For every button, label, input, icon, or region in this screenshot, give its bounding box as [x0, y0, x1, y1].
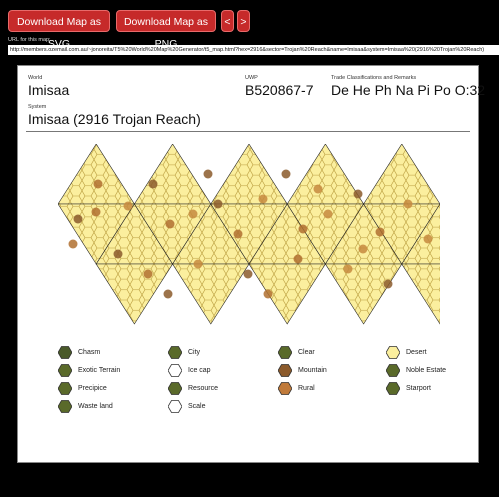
- map-face-top: [286, 144, 365, 205]
- terrain-hex: [123, 201, 133, 211]
- world-label: World: [28, 75, 43, 81]
- exotic-terrain-icon: [57, 364, 73, 382]
- world-map: [58, 144, 440, 325]
- terrain-hex: [313, 184, 323, 194]
- header-divider: [26, 131, 470, 132]
- waste-land-icon: [57, 400, 73, 418]
- map-face-top: [210, 144, 288, 205]
- precipice-icon: [57, 382, 73, 400]
- map-panel: World Imisaa UWP B520867-7 Trade Classif…: [17, 65, 485, 463]
- map-face-bottom: [172, 263, 250, 325]
- terrain-hex: [343, 264, 353, 274]
- legend-label: Scale: [188, 403, 206, 410]
- system-name: Imisaa (2916 Trojan Reach): [28, 111, 201, 127]
- terrain-hex: [323, 209, 333, 219]
- legend-label: Desert: [406, 349, 427, 356]
- resource-icon: [167, 382, 183, 400]
- legend-label: Ice cap: [188, 367, 211, 374]
- desert-icon: [385, 346, 401, 364]
- terrain-hex: [188, 209, 198, 219]
- clear-icon: [277, 346, 293, 364]
- terrain-hex: [163, 289, 173, 299]
- scale-icon: [167, 400, 183, 418]
- url-field[interactable]: http://members.ozemail.com.au/~jonoreita…: [8, 45, 499, 55]
- terrain-hex: [383, 279, 393, 289]
- next-button[interactable]: >: [237, 10, 250, 32]
- terrain-hex: [281, 169, 291, 179]
- terrain-hex: [293, 254, 303, 264]
- system-label: System: [28, 104, 47, 110]
- terrain-hex: [113, 249, 123, 259]
- rural-icon: [277, 382, 293, 400]
- terrain-hex: [203, 169, 213, 179]
- terrain-hex: [213, 199, 223, 209]
- map-face-top: [363, 144, 440, 205]
- terrain-hex: [143, 269, 153, 279]
- map-face-top: [133, 144, 212, 205]
- terrain-hex: [358, 244, 368, 254]
- terrain-hex: [148, 179, 158, 189]
- download-png-button[interactable]: Download Map as PNG: [116, 10, 216, 50]
- noble-estate-icon: [385, 364, 401, 382]
- legend-label: Starport: [406, 385, 431, 392]
- terrain-hex: [375, 227, 385, 237]
- legend-label: Precipice: [78, 385, 107, 392]
- map-face-bottom: [324, 263, 403, 325]
- world-name: Imisaa: [28, 82, 70, 98]
- terrain-hex: [93, 179, 103, 189]
- url-label: URL for this map:: [8, 37, 51, 43]
- map-face-bottom: [401, 263, 440, 325]
- terrain-hex: [263, 289, 273, 299]
- city-icon: [167, 346, 183, 364]
- legend-label: Mountain: [298, 367, 327, 374]
- legend-label: Clear: [298, 349, 315, 356]
- chasm-icon: [57, 346, 73, 364]
- terrain-hex: [243, 269, 253, 279]
- uwp-value: B520867-7: [245, 82, 314, 98]
- legend-label: Exotic Terrain: [78, 367, 121, 374]
- legend-label: Waste land: [78, 403, 113, 410]
- starport-icon: [385, 382, 401, 400]
- download-svg-button[interactable]: Download Map as SVG: [8, 10, 110, 50]
- terrain-hex: [91, 207, 101, 217]
- uwp-label: UWP: [245, 75, 258, 81]
- terrain-hex: [73, 214, 83, 224]
- map-face-bottom: [248, 263, 326, 325]
- trade-value: De He Ph Na Pi Po O:32: [331, 82, 486, 98]
- map-face-top: [58, 144, 135, 205]
- terrain-hex: [233, 229, 243, 239]
- terrain-hex: [258, 194, 268, 204]
- legend-label: Resource: [188, 385, 218, 392]
- terrain-hex: [68, 239, 78, 249]
- ice-cap-icon: [167, 364, 183, 382]
- legend-label: City: [188, 349, 201, 356]
- terrain-hex: [165, 219, 175, 229]
- legend-label: Chasm: [78, 349, 101, 356]
- terrain-hex: [423, 234, 433, 244]
- terrain-hex: [298, 224, 308, 234]
- legend-label: Noble Estate: [406, 367, 447, 374]
- terrain-hex: [403, 199, 413, 209]
- terrain-hex: [353, 189, 363, 199]
- trade-label: Trade Classifications and Remarks: [331, 75, 417, 81]
- terrain-hex: [193, 259, 203, 269]
- map-face-bottom: [95, 263, 174, 325]
- mountain-icon: [277, 364, 293, 382]
- previous-button[interactable]: <: [221, 10, 234, 32]
- legend-label: Rural: [298, 385, 315, 392]
